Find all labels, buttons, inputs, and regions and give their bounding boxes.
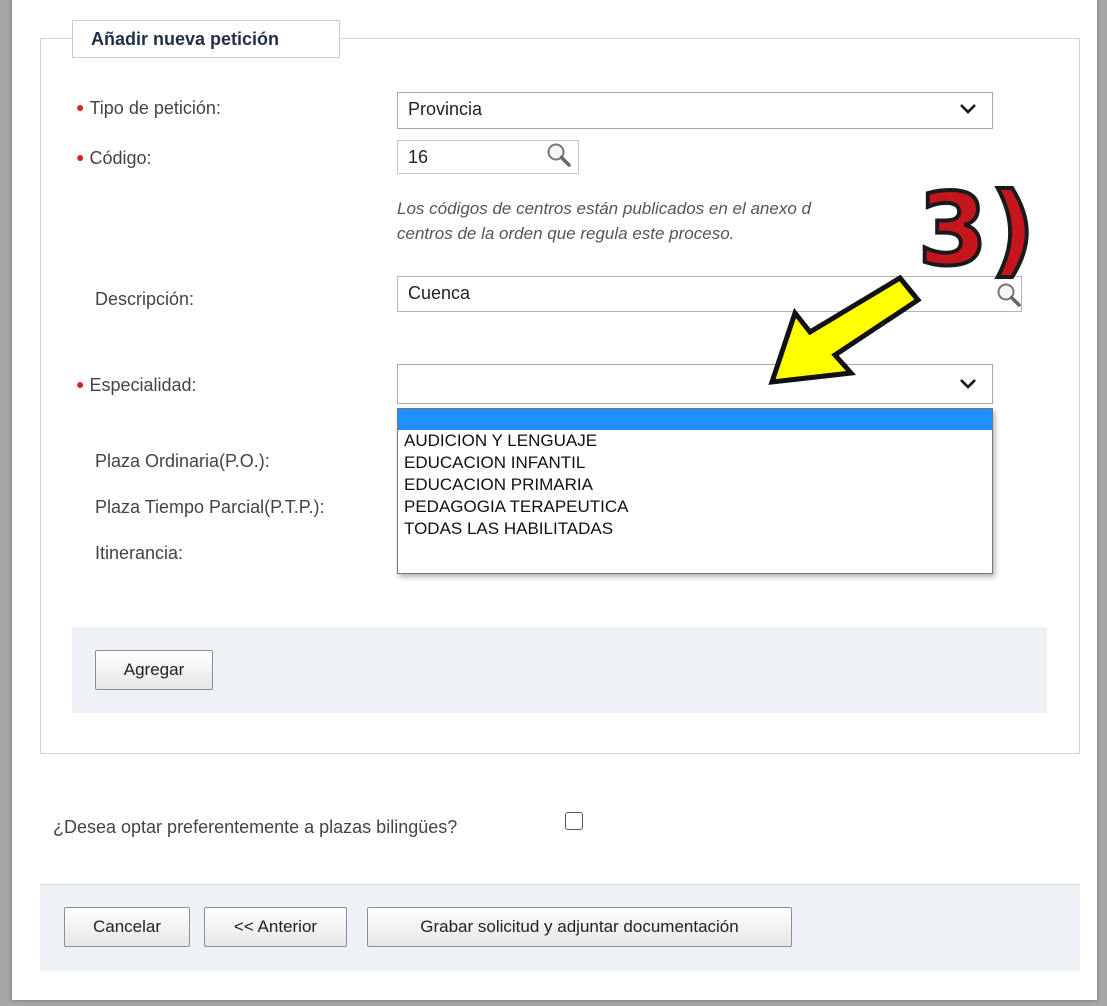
dropdown-option-empty[interactable] [398,409,992,430]
step-annotation-label: 3) [916,171,1038,288]
help-line-1: Los códigos de centros están publicados … [397,199,811,218]
required-marker: ● [76,99,85,115]
codigo-input-value: 16 [408,147,429,167]
especialidad-label: ● Especialidad: [76,375,197,396]
plaza-ordinaria-label: Plaza Ordinaria(P.O.): [95,451,270,471]
tipo-select[interactable]: Provincia [397,92,993,129]
especialidad-dropdown-list: AUDICION Y LENGUAJE EDUCACION INFANTIL E… [397,408,993,574]
tipo-label-text: Tipo de petición: [89,98,221,118]
descripcion-label: Descripción: [95,289,195,309]
tipo-label: ● Tipo de petición: [76,98,221,119]
bilingual-checkbox[interactable] [565,812,583,830]
plaza-parcial-label: Plaza Tiempo Parcial(P.T.P.): [95,497,325,517]
cancel-button[interactable]: Cancelar [64,907,190,947]
save-submit-button[interactable]: Grabar solicitud y adjuntar documentació… [367,907,792,947]
itinerancia-label: Itinerancia: [95,543,184,563]
required-marker: ● [76,376,85,392]
descripcion-input-value: Cuenca [408,283,471,303]
dropdown-option[interactable]: EDUCACION PRIMARIA [398,474,992,496]
agregar-button[interactable]: Agregar [95,650,213,690]
add-button-bar [72,627,1047,713]
required-marker: ● [76,149,85,165]
bilingual-question: ¿Desea optar preferentemente a plazas bi… [53,817,458,837]
dropdown-option[interactable]: EDUCACION INFANTIL [398,452,992,474]
especialidad-select[interactable] [397,364,993,404]
tipo-select-value: Provincia [408,99,483,119]
codigo-label-text: Código: [89,148,152,168]
search-icon[interactable] [546,142,572,168]
codigo-help-text: Los códigos de centros están publicados … [397,196,811,246]
codigo-label: ● Código: [76,148,152,169]
especialidad-label-text: Especialidad: [89,375,197,395]
fieldset-legend: Añadir nueva petición [72,20,340,58]
chevron-down-icon [960,104,976,114]
dropdown-option[interactable]: AUDICION Y LENGUAJE [398,430,992,452]
dropdown-option[interactable]: PEDAGOGIA TERAPEUTICA [398,496,992,518]
chevron-down-icon [960,379,976,389]
dropdown-option[interactable]: TODAS LAS HABILITADAS [398,518,992,540]
help-line-2: centros de la orden que regula este proc… [397,224,735,243]
previous-button[interactable]: << Anterior [204,907,347,947]
